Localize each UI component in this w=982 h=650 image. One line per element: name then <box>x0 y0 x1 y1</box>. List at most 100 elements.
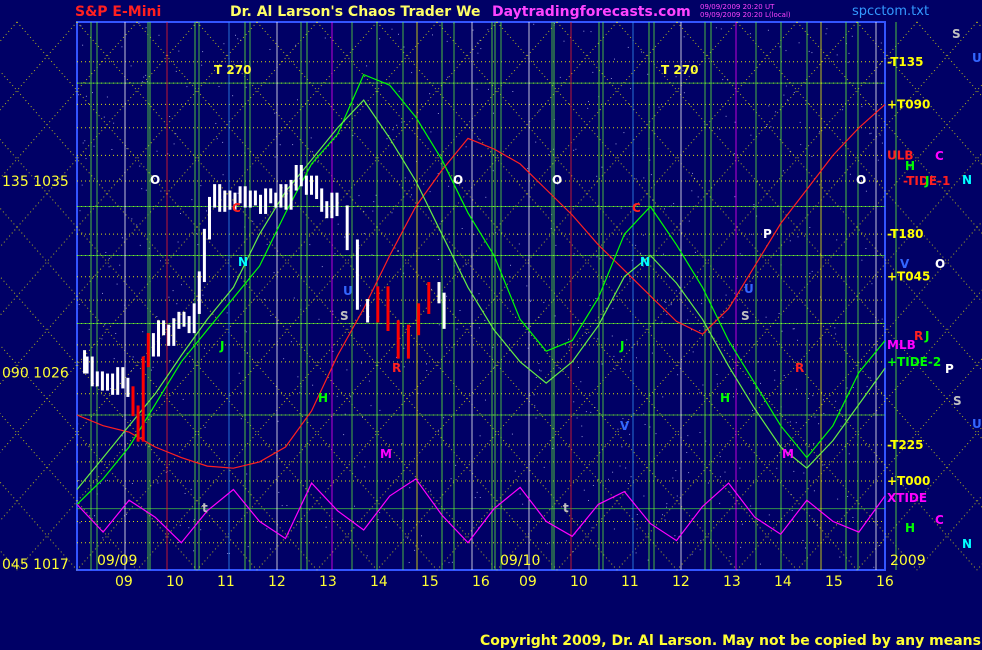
star <box>156 150 158 152</box>
star <box>576 417 578 419</box>
star <box>343 434 345 436</box>
star <box>792 328 794 330</box>
star <box>599 258 601 260</box>
star <box>409 487 411 489</box>
star <box>663 253 664 255</box>
star <box>729 563 731 565</box>
star <box>361 362 362 364</box>
star <box>204 426 206 428</box>
star <box>563 40 565 42</box>
star <box>423 183 425 185</box>
star <box>379 512 381 514</box>
star <box>662 514 663 516</box>
star <box>826 28 828 30</box>
star <box>589 304 591 306</box>
star <box>121 46 123 48</box>
star <box>673 203 675 205</box>
chart-letter: C <box>232 201 241 215</box>
star <box>750 134 752 136</box>
star <box>318 318 320 320</box>
t-marker: T 270 <box>214 63 251 77</box>
chart-letter: O <box>150 173 160 187</box>
star <box>695 251 696 253</box>
star <box>172 290 174 292</box>
star <box>186 86 188 88</box>
star <box>848 453 850 455</box>
star <box>184 493 186 494</box>
star <box>851 35 853 37</box>
star <box>295 44 297 46</box>
star <box>396 124 398 126</box>
star <box>426 370 428 371</box>
star <box>539 369 540 371</box>
star <box>437 429 439 431</box>
star <box>811 155 813 157</box>
star <box>88 328 90 330</box>
star <box>675 470 677 472</box>
star <box>722 79 724 81</box>
chart-letter: H <box>720 391 730 405</box>
star <box>437 259 439 260</box>
star <box>741 523 743 525</box>
star <box>286 505 288 506</box>
star <box>426 363 427 365</box>
chart-letter: P <box>763 227 772 241</box>
star <box>665 301 667 303</box>
star <box>202 51 204 53</box>
star <box>814 416 816 418</box>
date-label: 2009 <box>890 553 926 569</box>
star <box>625 467 627 469</box>
x-tick-label: 16 <box>472 574 490 590</box>
star <box>443 417 445 419</box>
star <box>752 409 753 411</box>
star <box>871 283 873 285</box>
star <box>734 121 736 123</box>
star <box>488 88 489 90</box>
star <box>101 338 103 340</box>
star <box>131 483 133 484</box>
timestamp-1: 09/09/2009 20:20 UT <box>700 3 775 11</box>
star <box>822 399 824 401</box>
star <box>791 510 793 511</box>
star <box>493 112 494 114</box>
star <box>366 555 368 557</box>
star <box>797 339 798 341</box>
star <box>358 195 360 197</box>
star <box>279 144 281 146</box>
star <box>751 233 753 235</box>
star <box>352 135 354 137</box>
star <box>182 398 184 400</box>
star <box>803 472 805 474</box>
star <box>805 547 806 549</box>
star <box>264 298 266 300</box>
star <box>245 331 247 333</box>
star <box>770 126 772 128</box>
star <box>635 244 637 246</box>
star <box>334 253 336 255</box>
star <box>651 352 653 354</box>
star <box>861 106 863 108</box>
star <box>266 243 268 245</box>
star <box>688 472 690 474</box>
star <box>93 145 95 147</box>
star <box>585 411 587 413</box>
chart-letter: t <box>563 501 569 515</box>
star <box>235 34 236 36</box>
star <box>484 319 486 321</box>
star <box>793 470 795 472</box>
star <box>511 433 513 435</box>
star <box>581 425 583 427</box>
star <box>240 391 242 393</box>
star <box>310 137 312 139</box>
star <box>181 284 182 286</box>
star <box>237 38 239 40</box>
star <box>407 537 409 539</box>
star <box>797 236 799 238</box>
star <box>601 166 603 168</box>
star <box>776 467 778 469</box>
star <box>178 541 180 543</box>
star <box>783 94 785 96</box>
star <box>403 46 405 48</box>
star <box>222 141 224 143</box>
star <box>461 228 463 229</box>
